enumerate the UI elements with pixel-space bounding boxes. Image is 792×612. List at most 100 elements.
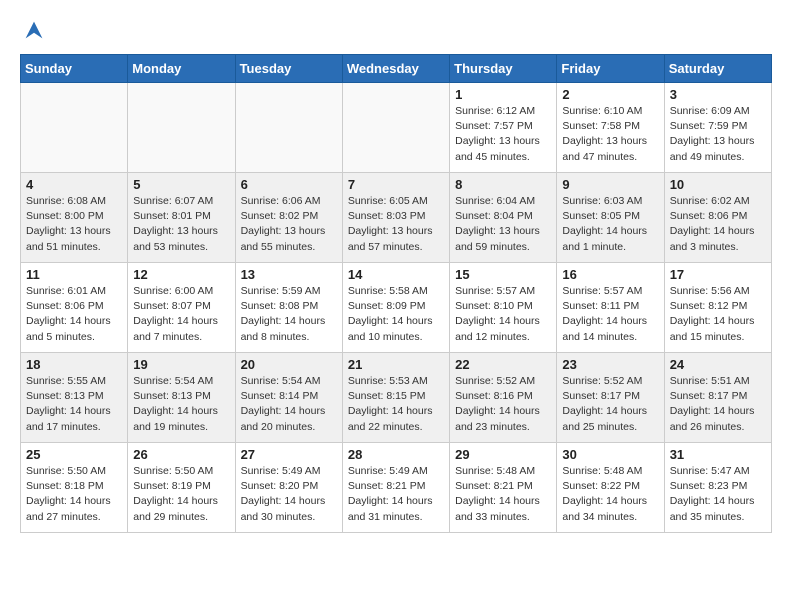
day-number: 12 bbox=[133, 267, 229, 282]
calendar-cell: 6 Sunrise: 6:06 AMSunset: 8:02 PMDaylight… bbox=[235, 173, 342, 263]
day-info: Sunrise: 5:57 AMSunset: 8:11 PMDaylight:… bbox=[562, 284, 658, 345]
day-info: Sunrise: 6:04 AMSunset: 8:04 PMDaylight:… bbox=[455, 194, 551, 255]
day-info: Sunrise: 5:53 AMSunset: 8:15 PMDaylight:… bbox=[348, 374, 444, 435]
calendar-cell bbox=[235, 83, 342, 173]
weekday-label: Tuesday bbox=[235, 55, 342, 83]
day-number: 29 bbox=[455, 447, 551, 462]
day-number: 10 bbox=[670, 177, 766, 192]
day-number: 13 bbox=[241, 267, 337, 282]
day-number: 25 bbox=[26, 447, 122, 462]
day-info: Sunrise: 5:55 AMSunset: 8:13 PMDaylight:… bbox=[26, 374, 122, 435]
day-number: 7 bbox=[348, 177, 444, 192]
day-number: 16 bbox=[562, 267, 658, 282]
calendar-week-row: 18 Sunrise: 5:55 AMSunset: 8:13 PMDayligh… bbox=[21, 353, 772, 443]
day-number: 27 bbox=[241, 447, 337, 462]
day-number: 22 bbox=[455, 357, 551, 372]
calendar-cell bbox=[21, 83, 128, 173]
day-number: 8 bbox=[455, 177, 551, 192]
day-number: 21 bbox=[348, 357, 444, 372]
calendar-cell: 1Sunrise: 6:12 AMSunset: 7:57 PMDaylight… bbox=[450, 83, 557, 173]
weekday-label: Wednesday bbox=[342, 55, 449, 83]
day-info: Sunrise: 5:54 AMSunset: 8:14 PMDaylight:… bbox=[241, 374, 337, 435]
day-number: 20 bbox=[241, 357, 337, 372]
day-info: Sunrise: 5:52 AMSunset: 8:17 PMDaylight:… bbox=[562, 374, 658, 435]
logo bbox=[20, 16, 52, 44]
calendar-cell: 12 Sunrise: 6:00 AMSunset: 8:07 PMDayligh… bbox=[128, 263, 235, 353]
day-info: Sunrise: 6:07 AMSunset: 8:01 PMDaylight:… bbox=[133, 194, 229, 255]
day-number: 6 bbox=[241, 177, 337, 192]
weekday-label: Friday bbox=[557, 55, 664, 83]
day-number: 2 bbox=[562, 87, 658, 102]
calendar-cell: 15 Sunrise: 5:57 AMSunset: 8:10 PMDayligh… bbox=[450, 263, 557, 353]
calendar-table: SundayMondayTuesdayWednesdayThursdayFrid… bbox=[20, 54, 772, 533]
day-info: Sunrise: 5:58 AMSunset: 8:09 PMDaylight:… bbox=[348, 284, 444, 345]
day-info: Sunrise: 6:03 AMSunset: 8:05 PMDaylight:… bbox=[562, 194, 658, 255]
calendar-cell: 10 Sunrise: 6:02 AMSunset: 8:06 PMDayligh… bbox=[664, 173, 771, 263]
calendar-week-row: 11 Sunrise: 6:01 AMSunset: 8:06 PMDayligh… bbox=[21, 263, 772, 353]
day-info: Sunrise: 5:59 AMSunset: 8:08 PMDaylight:… bbox=[241, 284, 337, 345]
day-number: 18 bbox=[26, 357, 122, 372]
calendar-cell: 4Sunrise: 6:08 AMSunset: 8:00 PMDaylight… bbox=[21, 173, 128, 263]
day-info: Sunrise: 6:00 AMSunset: 8:07 PMDaylight:… bbox=[133, 284, 229, 345]
calendar-cell: 11 Sunrise: 6:01 AMSunset: 8:06 PMDayligh… bbox=[21, 263, 128, 353]
calendar-cell: 31 Sunrise: 5:47 AMSunset: 8:23 PMDayligh… bbox=[664, 443, 771, 533]
day-info: Sunrise: 5:47 AMSunset: 8:23 PMDaylight:… bbox=[670, 464, 766, 525]
calendar-week-row: 1Sunrise: 6:12 AMSunset: 7:57 PMDaylight… bbox=[21, 83, 772, 173]
day-info: Sunrise: 5:50 AMSunset: 8:19 PMDaylight:… bbox=[133, 464, 229, 525]
day-info: Sunrise: 5:50 AMSunset: 8:18 PMDaylight:… bbox=[26, 464, 122, 525]
calendar-cell: 27 Sunrise: 5:49 AMSunset: 8:20 PMDayligh… bbox=[235, 443, 342, 533]
calendar-cell: 21 Sunrise: 5:53 AMSunset: 8:15 PMDayligh… bbox=[342, 353, 449, 443]
day-number: 17 bbox=[670, 267, 766, 282]
calendar-cell: 7 Sunrise: 6:05 AMSunset: 8:03 PMDaylight… bbox=[342, 173, 449, 263]
day-info: Sunrise: 5:56 AMSunset: 8:12 PMDaylight:… bbox=[670, 284, 766, 345]
calendar-cell: 3 Sunrise: 6:09 AMSunset: 7:59 PMDaylight… bbox=[664, 83, 771, 173]
calendar-cell: 30 Sunrise: 5:48 AMSunset: 8:22 PMDayligh… bbox=[557, 443, 664, 533]
day-info: Sunrise: 5:48 AMSunset: 8:22 PMDaylight:… bbox=[562, 464, 658, 525]
weekday-label: Saturday bbox=[664, 55, 771, 83]
weekday-header-row: SundayMondayTuesdayWednesdayThursdayFrid… bbox=[21, 55, 772, 83]
calendar-cell: 23 Sunrise: 5:52 AMSunset: 8:17 PMDayligh… bbox=[557, 353, 664, 443]
day-info: Sunrise: 5:48 AMSunset: 8:21 PMDaylight:… bbox=[455, 464, 551, 525]
day-info: Sunrise: 5:57 AMSunset: 8:10 PMDaylight:… bbox=[455, 284, 551, 345]
day-info: Sunrise: 5:54 AMSunset: 8:13 PMDaylight:… bbox=[133, 374, 229, 435]
calendar-cell: 9Sunrise: 6:03 AMSunset: 8:05 PMDaylight… bbox=[557, 173, 664, 263]
weekday-label: Thursday bbox=[450, 55, 557, 83]
day-number: 26 bbox=[133, 447, 229, 462]
day-number: 15 bbox=[455, 267, 551, 282]
day-number: 23 bbox=[562, 357, 658, 372]
calendar-cell: 13 Sunrise: 5:59 AMSunset: 8:08 PMDayligh… bbox=[235, 263, 342, 353]
calendar-cell: 8 Sunrise: 6:04 AMSunset: 8:04 PMDaylight… bbox=[450, 173, 557, 263]
day-info: Sunrise: 6:02 AMSunset: 8:06 PMDaylight:… bbox=[670, 194, 766, 255]
day-number: 5 bbox=[133, 177, 229, 192]
day-info: Sunrise: 6:01 AMSunset: 8:06 PMDaylight:… bbox=[26, 284, 122, 345]
day-number: 3 bbox=[670, 87, 766, 102]
calendar-cell: 16 Sunrise: 5:57 AMSunset: 8:11 PMDayligh… bbox=[557, 263, 664, 353]
day-info: Sunrise: 6:05 AMSunset: 8:03 PMDaylight:… bbox=[348, 194, 444, 255]
calendar-cell: 2Sunrise: 6:10 AMSunset: 7:58 PMDaylight… bbox=[557, 83, 664, 173]
calendar-cell: 20 Sunrise: 5:54 AMSunset: 8:14 PMDayligh… bbox=[235, 353, 342, 443]
day-info: Sunrise: 6:06 AMSunset: 8:02 PMDaylight:… bbox=[241, 194, 337, 255]
calendar-cell: 24Sunrise: 5:51 AMSunset: 8:17 PMDayligh… bbox=[664, 353, 771, 443]
day-number: 11 bbox=[26, 267, 122, 282]
day-info: Sunrise: 5:49 AMSunset: 8:21 PMDaylight:… bbox=[348, 464, 444, 525]
day-number: 30 bbox=[562, 447, 658, 462]
calendar-cell: 25 Sunrise: 5:50 AMSunset: 8:18 PMDayligh… bbox=[21, 443, 128, 533]
calendar-cell: 29 Sunrise: 5:48 AMSunset: 8:21 PMDayligh… bbox=[450, 443, 557, 533]
calendar-cell bbox=[342, 83, 449, 173]
calendar-week-row: 25 Sunrise: 5:50 AMSunset: 8:18 PMDayligh… bbox=[21, 443, 772, 533]
calendar-cell: 22Sunrise: 5:52 AMSunset: 8:16 PMDayligh… bbox=[450, 353, 557, 443]
day-info: Sunrise: 6:09 AMSunset: 7:59 PMDaylight:… bbox=[670, 104, 766, 165]
calendar-cell: 18 Sunrise: 5:55 AMSunset: 8:13 PMDayligh… bbox=[21, 353, 128, 443]
calendar-cell bbox=[128, 83, 235, 173]
calendar-cell: 28Sunrise: 5:49 AMSunset: 8:21 PMDayligh… bbox=[342, 443, 449, 533]
day-number: 14 bbox=[348, 267, 444, 282]
calendar-week-row: 4Sunrise: 6:08 AMSunset: 8:00 PMDaylight… bbox=[21, 173, 772, 263]
day-info: Sunrise: 5:49 AMSunset: 8:20 PMDaylight:… bbox=[241, 464, 337, 525]
day-info: Sunrise: 6:12 AMSunset: 7:57 PMDaylight:… bbox=[455, 104, 551, 165]
calendar-body: 1Sunrise: 6:12 AMSunset: 7:57 PMDaylight… bbox=[21, 83, 772, 533]
day-number: 24 bbox=[670, 357, 766, 372]
day-info: Sunrise: 6:08 AMSunset: 8:00 PMDaylight:… bbox=[26, 194, 122, 255]
weekday-label: Monday bbox=[128, 55, 235, 83]
calendar-cell: 26 Sunrise: 5:50 AMSunset: 8:19 PMDayligh… bbox=[128, 443, 235, 533]
day-number: 31 bbox=[670, 447, 766, 462]
